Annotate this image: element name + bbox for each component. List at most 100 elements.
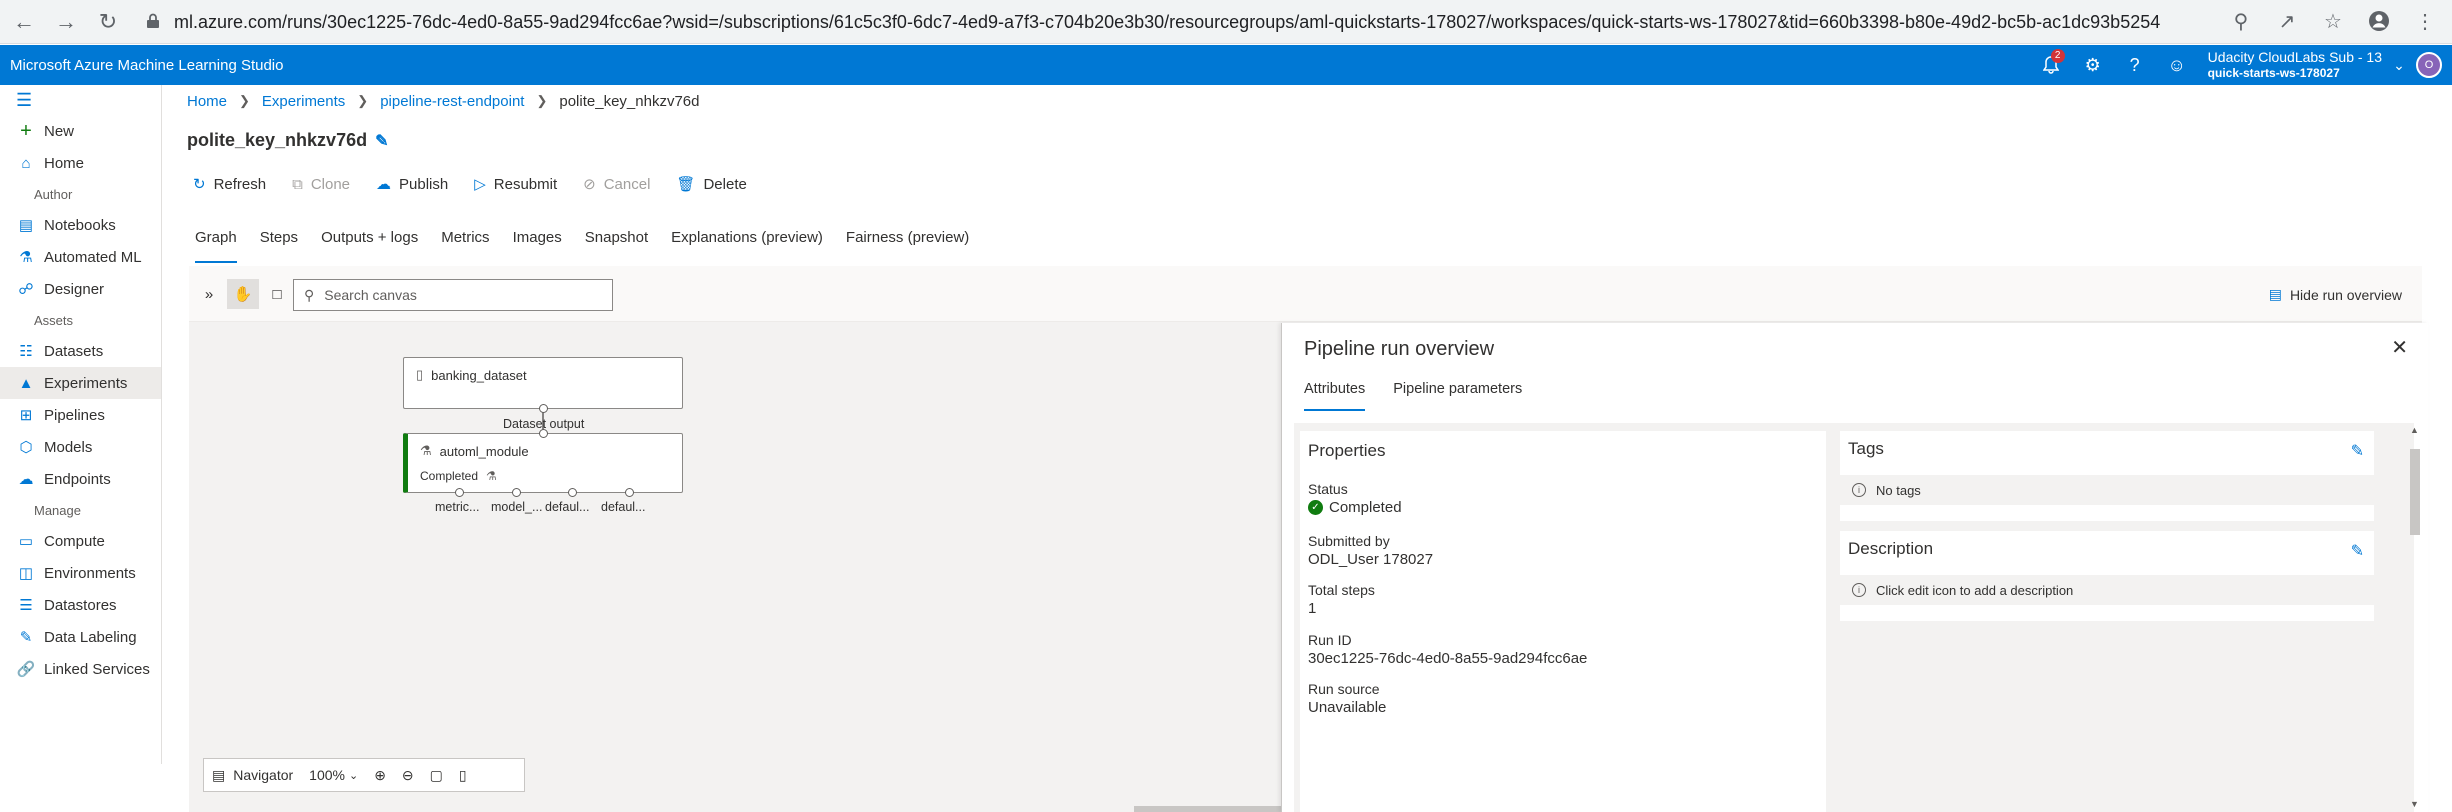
settings-gear-icon[interactable]: ⚙ [2072,45,2114,85]
studio-title[interactable]: Microsoft Azure Machine Learning Studio [10,57,283,74]
help-icon[interactable]: ? [2114,45,2156,85]
tags-heading: Tags [1848,439,1884,458]
sidebar-item-new[interactable]: + New [0,115,161,147]
output-port[interactable] [625,488,634,497]
environment-icon: ◫ [18,565,34,582]
zoom-select[interactable]: 100% ⌄ [301,758,366,792]
more-menu-icon[interactable]: ⋮ [2408,4,2442,38]
share-icon[interactable]: ↗ [2270,4,2304,38]
tab-fairness[interactable]: Fairness (preview) [846,229,969,255]
publish-button[interactable]: ☁ Publish [376,175,448,194]
sidebar-item-automated-ml[interactable]: ⚗ Automated ML [0,241,161,273]
chevron-down-icon[interactable]: ⌄ [2382,57,2416,74]
sidebar-item-models[interactable]: ⬡ Models [0,431,161,463]
sidebar-item-endpoints[interactable]: ☁ Endpoints [0,463,161,495]
tab-attributes[interactable]: Attributes [1304,381,1366,411]
input-port[interactable] [539,429,548,438]
node-name: automl_module [439,443,529,459]
hide-run-overview-button[interactable]: ▤ Hide run overview [2269,286,2402,303]
steps-key: Total steps [1308,582,1375,598]
sidebar-item-environments[interactable]: ◫ Environments [0,557,161,589]
chevron-right-icon: ❯ [536,93,548,108]
resubmit-button[interactable]: ▷ Resubmit [474,175,557,194]
page-title: polite_key_nhkzv76d ✎ [187,130,389,151]
close-icon[interactable]: ✕ [2391,335,2408,360]
hamburger-menu-icon[interactable]: ☰ [0,85,161,115]
notifications-icon[interactable]: 2 [2030,45,2072,85]
tab-pipeline-parameters[interactable]: Pipeline parameters [1393,381,1522,403]
sidebar-item-datasets[interactable]: ☷ Datasets [0,335,161,367]
sidebar-item-experiments[interactable]: ▲ Experiments [0,367,161,399]
zoom-out-icon[interactable]: ⊖ [394,758,422,792]
section-manage: Manage [34,502,81,518]
cancel-button[interactable]: ⊘ Cancel [583,175,650,194]
vertical-scrollbar[interactable]: ▲ ▼ [2408,423,2420,812]
sidebar-item-compute[interactable]: ▭ Compute [0,525,161,557]
designer-icon: ☍ [18,281,34,298]
fit-screen-icon[interactable]: ▢ [422,758,451,792]
section-author: Author [34,186,73,202]
chevron-down-icon: ⌄ [348,769,359,782]
breadcrumb-pipeline[interactable]: pipeline-rest-endpoint [380,93,524,110]
dataset-icon: ☷ [19,343,33,360]
tab-snapshot[interactable]: Snapshot [585,229,648,255]
clone-button[interactable]: ⧉ Clone [292,175,350,193]
graph-node-dataset[interactable]: ▯ banking_dataset [403,357,683,413]
home-icon: ⌂ [21,154,31,172]
url-text: ml.azure.com/runs/30ec1225-76dc-4ed0-8a5… [174,11,2161,32]
graph-node-automl[interactable]: ⚗ automl_module Completed ⚗ [403,429,683,497]
tab-metrics[interactable]: Metrics [441,229,489,255]
sidebar-item-linked-services[interactable]: 🔗 Linked Services [0,653,161,685]
tags-note: i No tags [1840,475,2374,505]
node-title: ▯ banking_dataset [416,367,527,383]
sidebar-item-label: Compute [44,532,105,550]
delete-label: Delete [703,175,747,193]
zoom-icon[interactable]: ⚲ [2224,4,2258,38]
description-card: Description ✎ i Click edit icon to add a… [1840,531,2374,621]
tab-graph[interactable]: Graph [195,229,237,263]
output-port[interactable] [568,488,577,497]
tab-images[interactable]: Images [513,229,562,255]
navigator-toggle[interactable]: ▤ Navigator [204,758,301,792]
sidebar-item-data-labeling[interactable]: ✎ Data Labeling [0,621,161,653]
sidebar-item-home[interactable]: ⌂ Home [0,147,161,179]
description-note: i Click edit icon to add a description [1840,575,2374,605]
tab-outputs-logs[interactable]: Outputs + logs [321,229,418,255]
zoom-in-icon[interactable]: ⊕ [366,758,394,792]
refresh-button[interactable]: ↻ Refresh [193,175,266,194]
submitted-value: ODL_User 178027 [1308,551,1434,568]
delete-button[interactable]: 🗑 Delete [676,175,747,194]
output-port[interactable] [455,488,464,497]
pencil-edit-icon[interactable]: ✎ [2351,541,2364,561]
forward-icon[interactable]: → [48,4,84,40]
avatar[interactable]: O [2416,52,2442,78]
reload-icon[interactable]: ↻ [90,4,126,40]
tab-explanations[interactable]: Explanations (preview) [671,229,823,255]
sidebar-item-pipelines[interactable]: ⊞ Pipelines [0,399,161,431]
back-icon[interactable]: ← [6,4,42,40]
feedback-smiley-icon[interactable]: ☺ [2156,45,2198,85]
actual-size-icon[interactable]: ▯ [451,758,475,792]
horizontal-scrollbar[interactable] [1134,806,1294,812]
tab-steps[interactable]: Steps [260,229,298,255]
sidebar-item-datastores[interactable]: ☰ Datastores [0,589,161,621]
pencil-edit-icon[interactable]: ✎ [2351,441,2364,461]
bookmark-star-icon[interactable]: ☆ [2316,4,2350,38]
sidebar-item-notebooks[interactable]: ▤ Notebooks [0,209,161,241]
address-bar[interactable]: ml.azure.com/runs/30ec1225-76dc-4ed0-8a5… [128,4,2328,40]
sidebar-item-designer[interactable]: ☍ Designer [0,273,161,305]
output-port[interactable] [512,488,521,497]
status-text: Completed [1329,499,1402,516]
cancel-icon: ⊘ [583,176,596,193]
node-name: banking_dataset [431,367,527,383]
scroll-up-icon[interactable]: ▲ [2410,425,2419,435]
pencil-edit-icon[interactable]: ✎ [375,131,388,151]
port-label-output: defaul... [601,500,646,514]
output-port[interactable] [539,404,548,413]
breadcrumb-experiments[interactable]: Experiments [262,93,345,110]
scrollbar-thumb[interactable] [2410,449,2420,535]
breadcrumb-home[interactable]: Home [187,93,227,110]
scroll-down-icon[interactable]: ▼ [2410,799,2419,809]
profile-icon[interactable] [2362,4,2396,38]
account-switcher[interactable]: Udacity CloudLabs Sub - 13 quick-starts-… [2208,49,2382,81]
